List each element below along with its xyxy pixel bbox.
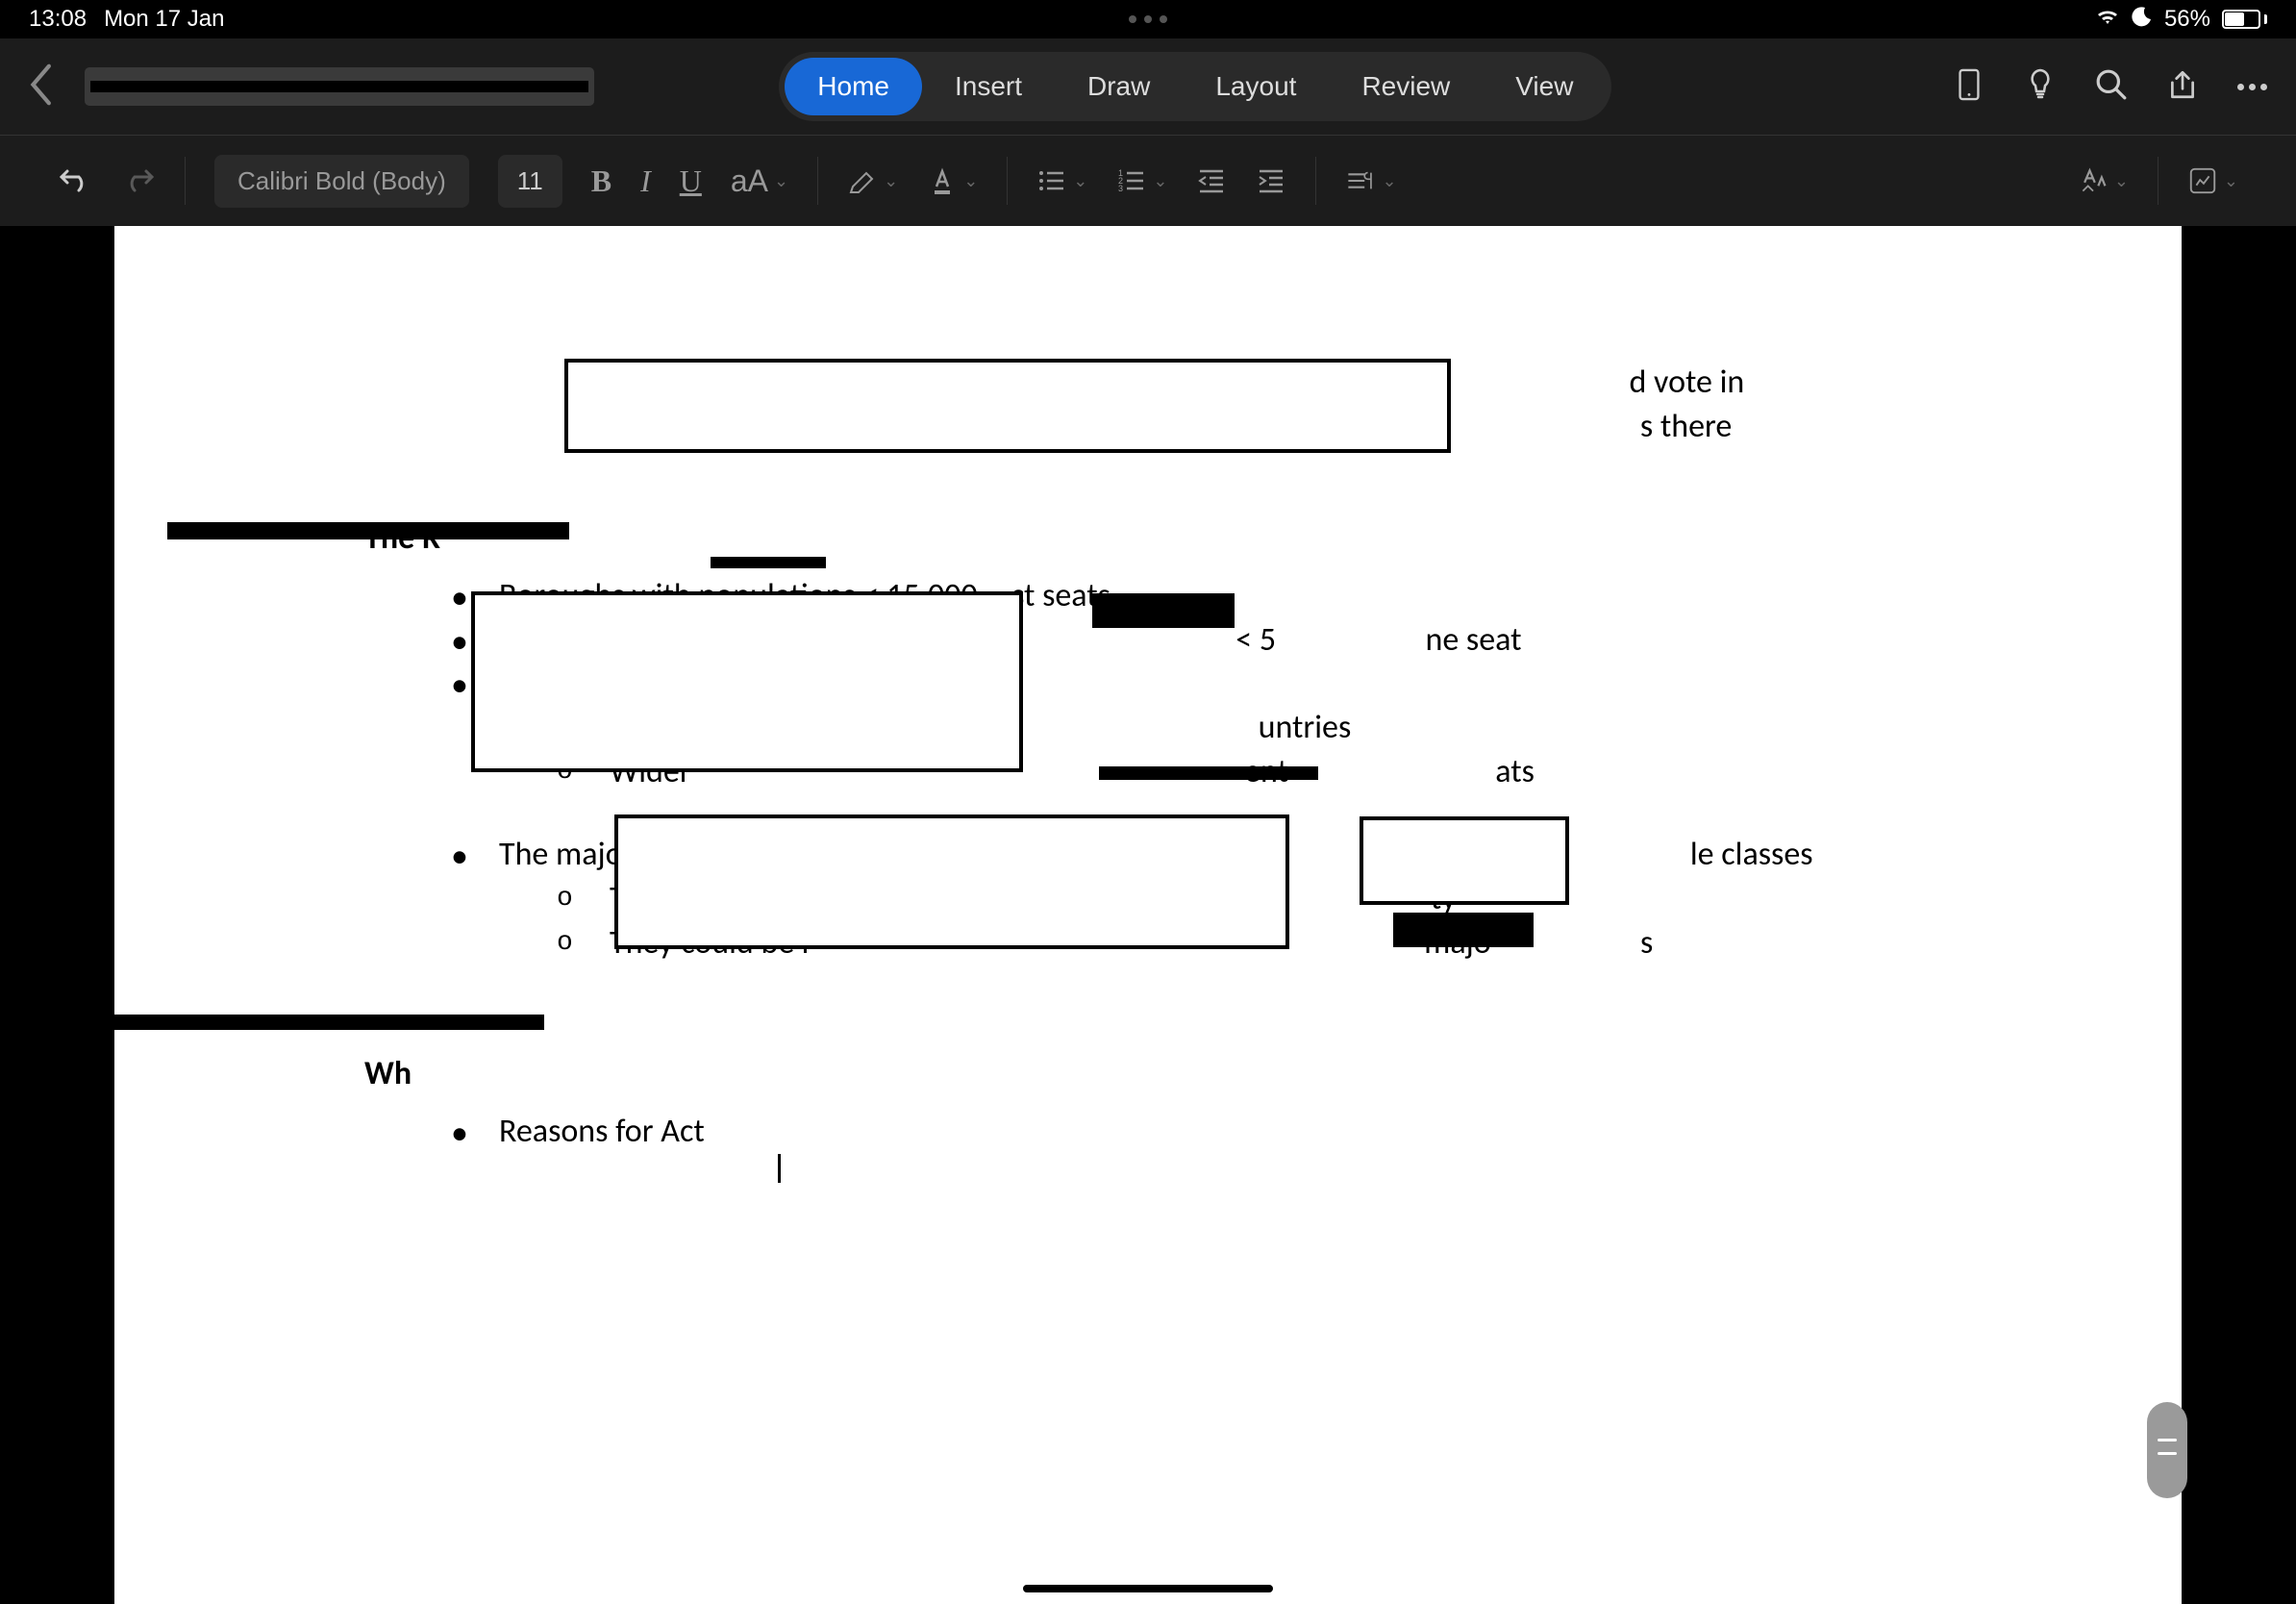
- styles-button[interactable]: ⌄: [2078, 165, 2129, 196]
- tab-layout[interactable]: Layout: [1183, 58, 1329, 115]
- scroll-handle[interactable]: [2147, 1402, 2187, 1498]
- redaction-box: [471, 591, 1023, 772]
- text-size-button[interactable]: aA⌄: [731, 163, 788, 199]
- font-selector[interactable]: Calibri Bold (Body): [214, 155, 469, 208]
- font-color-button[interactable]: ⌄: [927, 165, 978, 196]
- section-heading[interactable]: Wh: [364, 1052, 1932, 1096]
- mobile-view-icon[interactable]: [1953, 68, 1985, 106]
- redaction-box: [564, 359, 1451, 453]
- tab-insert[interactable]: Insert: [922, 58, 1055, 115]
- status-bar: 13:08 Mon 17 Jan 56%: [0, 0, 2296, 38]
- document-page[interactable]: Signi d vote in neigh s there The R Boro…: [114, 226, 2182, 1604]
- redo-button[interactable]: [121, 162, 156, 201]
- redaction-box: [100, 1015, 544, 1030]
- paragraph-button[interactable]: ⌄: [1345, 165, 1396, 196]
- list-item[interactable]: Reasons for Act: [451, 1110, 1932, 1154]
- document-title[interactable]: [85, 67, 594, 106]
- insert-button[interactable]: ⌄: [2187, 165, 2238, 196]
- svg-text:3: 3: [1118, 184, 1123, 193]
- italic-button[interactable]: I: [640, 163, 651, 199]
- redaction-box: [167, 522, 569, 539]
- battery-icon: [2222, 10, 2267, 29]
- moon-icon: [2132, 6, 2153, 33]
- undo-button[interactable]: [58, 162, 92, 201]
- redaction-box: [1092, 593, 1235, 628]
- more-icon[interactable]: [2237, 84, 2267, 90]
- tab-view[interactable]: View: [1483, 58, 1606, 115]
- numbering-button[interactable]: 123⌄: [1116, 165, 1167, 196]
- tab-review[interactable]: Review: [1329, 58, 1483, 115]
- clock-date: Mon 17 Jan: [104, 6, 224, 33]
- multitask-dots[interactable]: [1129, 15, 1167, 23]
- redaction-box: [1099, 766, 1318, 780]
- clock-time: 13:08: [29, 6, 87, 33]
- redaction-box: [1393, 913, 1534, 947]
- underline-button[interactable]: U: [680, 163, 702, 199]
- share-icon[interactable]: [2166, 68, 2199, 106]
- decrease-indent-button[interactable]: [1196, 165, 1227, 196]
- bold-button[interactable]: B: [591, 163, 611, 199]
- highlight-button[interactable]: ⌄: [847, 165, 898, 196]
- format-toolbar: Calibri Bold (Body) 11 B I U aA⌄ ⌄ ⌄ ⌄ 1…: [0, 135, 2296, 226]
- redaction-box: [614, 815, 1289, 949]
- tab-draw[interactable]: Draw: [1055, 58, 1183, 115]
- document-canvas[interactable]: Signi d vote in neigh s there The R Boro…: [0, 226, 2296, 1604]
- redaction-box: [1360, 816, 1569, 905]
- section-heading[interactable]: The R: [364, 516, 1932, 561]
- font-size-selector[interactable]: 11: [498, 155, 562, 208]
- text-cursor: [778, 1154, 781, 1183]
- wifi-icon: [2095, 7, 2120, 32]
- search-icon[interactable]: [2095, 68, 2128, 106]
- app-toolbar: Home Insert Draw Layout Review View: [0, 38, 2296, 135]
- lightbulb-icon[interactable]: [2024, 68, 2057, 106]
- ribbon-tabs: Home Insert Draw Layout Review View: [779, 52, 1611, 121]
- tab-home[interactable]: Home: [785, 58, 922, 115]
- bullets-button[interactable]: ⌄: [1036, 165, 1087, 196]
- home-indicator[interactable]: [1023, 1585, 1273, 1592]
- increase-indent-button[interactable]: [1256, 165, 1286, 196]
- redaction-box: [711, 557, 826, 568]
- battery-percent: 56%: [2164, 6, 2210, 33]
- back-button[interactable]: [29, 63, 56, 111]
